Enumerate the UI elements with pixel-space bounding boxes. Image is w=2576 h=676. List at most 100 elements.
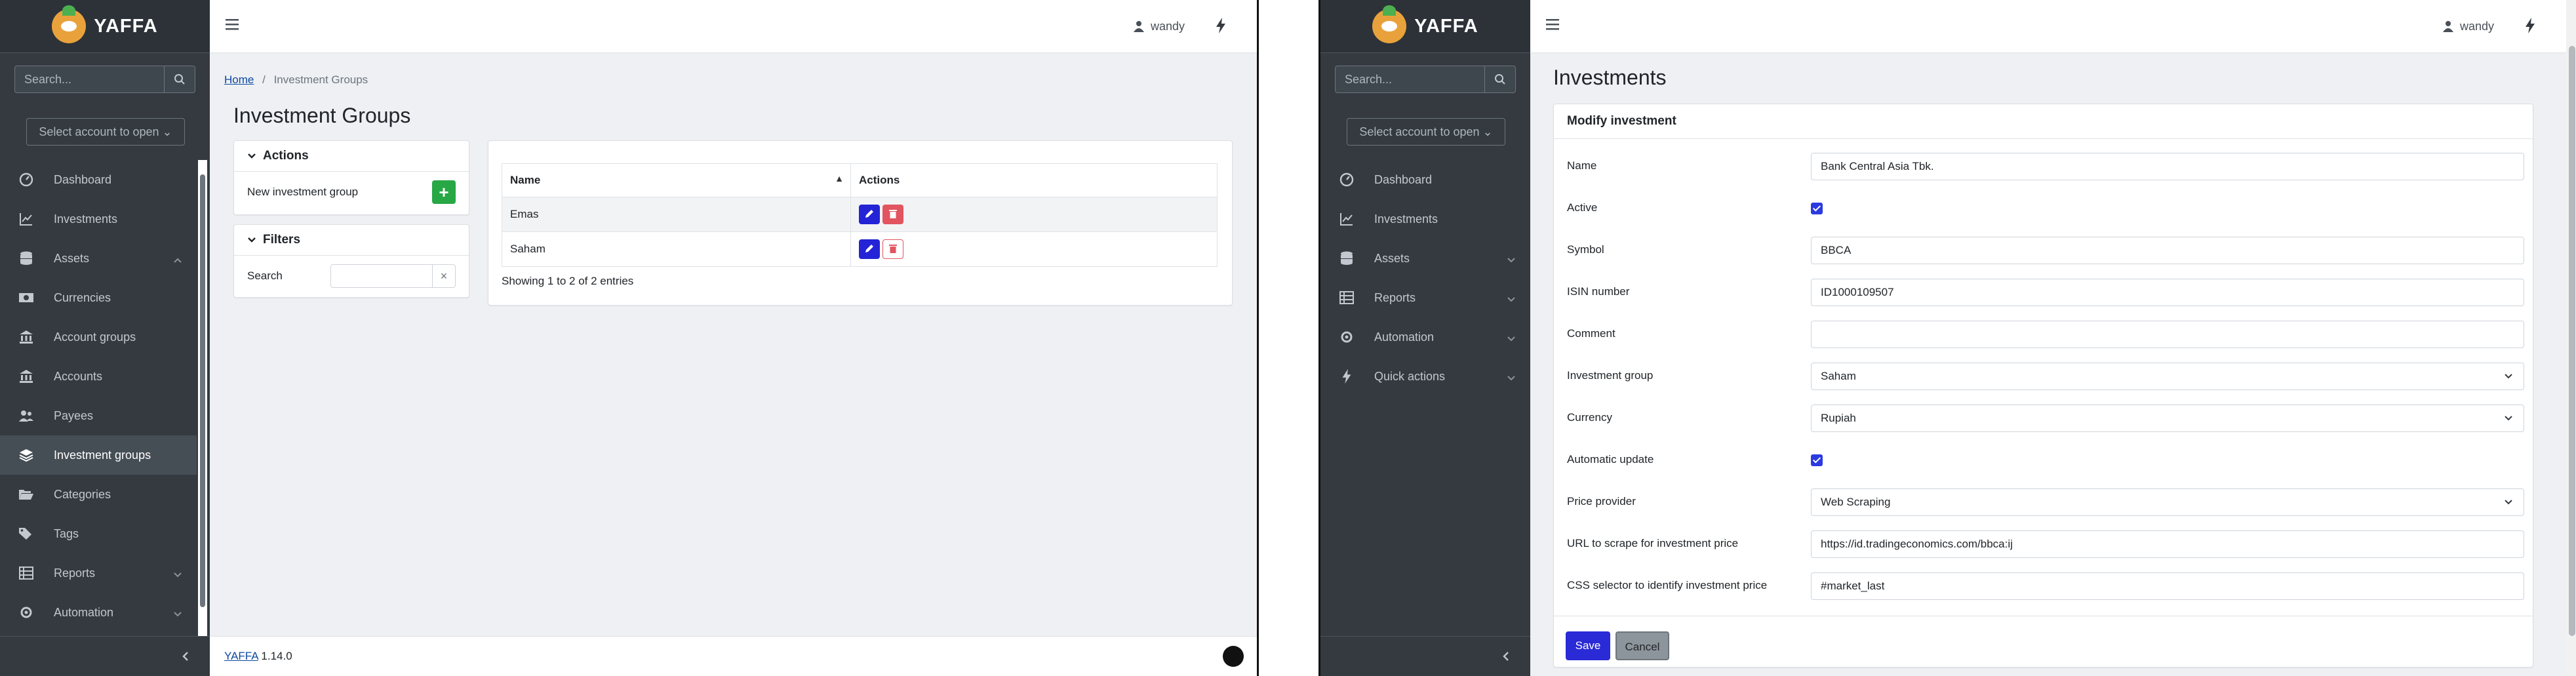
sidebar-item-automation[interactable]: Automation xyxy=(0,593,197,632)
chevron-down-icon xyxy=(1507,371,1516,385)
form-row-automatic-update: Automatic update xyxy=(1554,439,2533,481)
account-select-label: Select account to open xyxy=(1359,125,1480,138)
clear-search-button[interactable]: × xyxy=(433,264,456,288)
cell-actions xyxy=(850,197,1218,232)
sidebar-item-label: Payees xyxy=(54,408,94,422)
save-button[interactable]: Save xyxy=(1566,631,1610,660)
table-row: Saham xyxy=(502,231,1218,267)
sidebar-item-account-groups[interactable]: Account groups xyxy=(0,317,197,357)
sidebar-item-label: Automation xyxy=(1374,330,1435,344)
github-icon[interactable] xyxy=(1223,646,1244,667)
filters-card-header[interactable]: Filters xyxy=(234,225,469,256)
breadcrumb-home-link[interactable]: Home xyxy=(224,73,254,86)
symbol-label: Symbol xyxy=(1567,243,1604,256)
sidebar-item-label: Accounts xyxy=(54,369,103,383)
symbol-input[interactable]: BBCA xyxy=(1811,237,2524,264)
delete-button[interactable] xyxy=(882,205,903,224)
scrollbar-thumb[interactable] xyxy=(200,174,205,607)
page-footer: YAFFA 1.14.0 xyxy=(210,636,1257,676)
form-row-currency: Currency Rupiah xyxy=(1554,397,2533,439)
menu-toggle-icon[interactable] xyxy=(226,18,239,33)
menu-toggle-icon[interactable] xyxy=(1546,18,1559,33)
sidebar-item-categories[interactable]: Categories xyxy=(0,475,197,514)
chevron-down-icon xyxy=(1507,253,1516,267)
brand-logo[interactable]: YAFFA xyxy=(1320,0,1530,53)
cell-name: Saham xyxy=(502,231,851,267)
sidebar-item-assets[interactable]: Assets xyxy=(0,239,197,278)
sidebar-item-payees[interactable]: Payees xyxy=(0,396,197,435)
currency-select[interactable]: Rupiah xyxy=(1811,405,2524,432)
investment-groups-table: Name ▲ Actions Emas Saham xyxy=(502,163,1218,267)
sidebar-item-currencies[interactable]: Currencies xyxy=(0,278,197,317)
sidebar-item-label: Dashboard xyxy=(1374,172,1433,186)
account-select-label: Select account to open xyxy=(39,125,159,138)
chart-line-icon xyxy=(18,211,34,227)
sidebar-item-automation[interactable]: Automation xyxy=(1320,317,1530,357)
column-header-name-label: Name xyxy=(510,174,541,186)
isin-input[interactable]: ID1000109507 xyxy=(1811,279,2524,306)
sidebar-item-label: Quick actions xyxy=(1374,369,1446,383)
comment-input[interactable] xyxy=(1811,321,2524,348)
form-row-css-selector: CSS selector to identify investment pric… xyxy=(1554,565,2533,606)
actions-card-header[interactable]: Actions xyxy=(234,141,469,172)
filters-card-title: Filters xyxy=(263,233,301,247)
automatic-update-checkbox[interactable] xyxy=(1811,454,1823,466)
new-investment-group-button[interactable]: + xyxy=(432,180,456,204)
modify-investment-header: Modify investment xyxy=(1554,104,2533,139)
bank-icon xyxy=(18,329,34,345)
bolt-icon[interactable] xyxy=(1215,17,1227,37)
bolt-icon[interactable] xyxy=(2524,17,2536,37)
sidebar-item-reports[interactable]: Reports xyxy=(0,553,197,593)
robot-icon xyxy=(18,605,34,620)
sidebar-item-dashboard[interactable]: Dashboard xyxy=(0,160,197,199)
sidebar-item-accounts[interactable]: Accounts xyxy=(0,357,197,396)
name-input[interactable]: Bank Central Asia Tbk. xyxy=(1811,153,2524,180)
account-select[interactable]: Select account to open ⌄ xyxy=(26,118,185,146)
sidebar-item-investment-groups[interactable]: Investment groups xyxy=(0,435,197,475)
edit-button[interactable] xyxy=(859,239,880,259)
page-scrollbar[interactable] xyxy=(2566,0,2576,676)
sidebar-item-tags[interactable]: Tags xyxy=(0,514,197,553)
search-button[interactable] xyxy=(165,66,195,93)
search-button[interactable] xyxy=(1485,66,1516,93)
user-menu[interactable]: wandy xyxy=(1133,0,1185,52)
edit-button[interactable] xyxy=(859,205,880,224)
url-input[interactable]: https://id.tradingeconomics.com/bbca:ij xyxy=(1811,530,2524,558)
brand-logo[interactable]: YAFFA xyxy=(0,0,210,53)
css-selector-input[interactable]: #market_last xyxy=(1811,572,2524,600)
sidebar-search-input[interactable]: Search... xyxy=(14,66,165,93)
collapse-sidebar-icon[interactable] xyxy=(181,650,190,666)
filter-search-input[interactable] xyxy=(330,264,433,288)
footer-version-number: 1.14.0 xyxy=(261,650,292,662)
page-title: Investment Groups xyxy=(233,104,411,127)
sidebar-item-quick-actions[interactable]: Quick actions xyxy=(1320,357,1530,396)
sidebar-search-input[interactable]: Search... xyxy=(1335,66,1485,93)
active-checkbox[interactable] xyxy=(1811,203,1823,214)
collapse-sidebar-icon[interactable] xyxy=(1501,650,1511,666)
currency-label: Currency xyxy=(1567,411,1612,424)
sidebar-item-reports[interactable]: Reports xyxy=(1320,278,1530,317)
sidebar-scrollbar[interactable] xyxy=(198,160,207,639)
sidebar-item-assets[interactable]: Assets xyxy=(1320,239,1530,278)
user-menu[interactable]: wandy xyxy=(2442,0,2494,52)
top-navbar: wandy xyxy=(1530,0,2566,53)
sidebar-item-label: Assets xyxy=(54,251,90,265)
database-icon xyxy=(1339,250,1355,266)
sidebar-item-investments[interactable]: Investments xyxy=(1320,199,1530,239)
cancel-button[interactable]: Cancel xyxy=(1615,631,1669,660)
footer-app-link[interactable]: YAFFA xyxy=(224,650,258,662)
scrollbar-thumb[interactable] xyxy=(2569,46,2575,636)
sidebar-search: Search... xyxy=(14,66,195,93)
sidebar-item-dashboard[interactable]: Dashboard xyxy=(1320,160,1530,199)
chevron-down-icon xyxy=(2504,405,2513,431)
actions-card-title: Actions xyxy=(263,149,309,163)
new-investment-group-label: New investment group xyxy=(247,186,359,198)
account-select[interactable]: Select account to open ⌄ xyxy=(1347,118,1505,146)
search-icon xyxy=(1495,74,1505,85)
delete-button[interactable] xyxy=(882,239,903,259)
column-header-name[interactable]: Name ▲ xyxy=(502,163,851,197)
sidebar-item-investments[interactable]: Investments xyxy=(0,199,197,239)
pencil-icon xyxy=(865,210,873,218)
investment-group-select[interactable]: Saham xyxy=(1811,363,2524,390)
price-provider-select[interactable]: Web Scraping xyxy=(1811,488,2524,516)
